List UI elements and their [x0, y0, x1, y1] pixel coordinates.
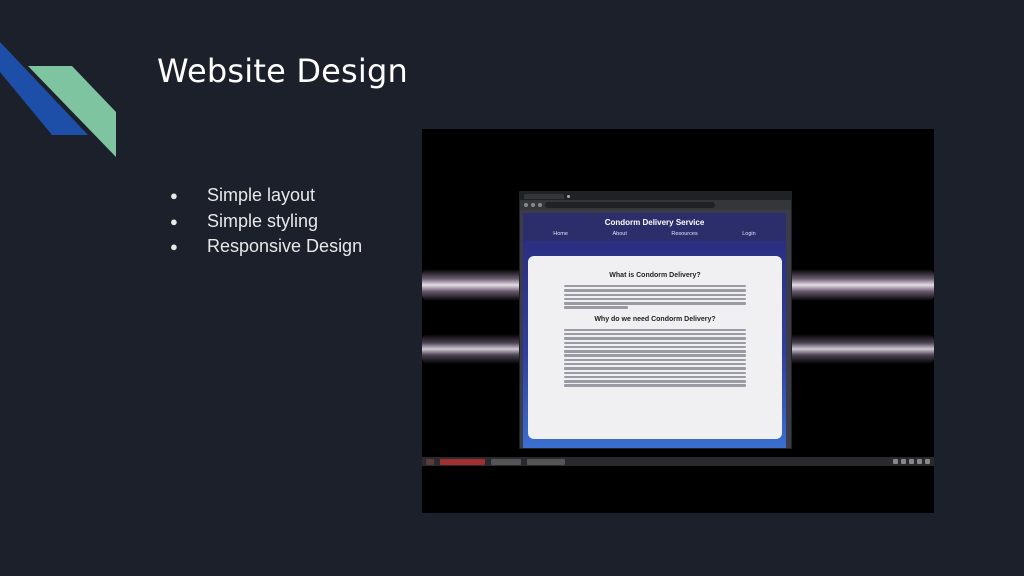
- bullet-text: Simple layout: [207, 185, 316, 206]
- browser-tab: [524, 193, 564, 199]
- bullet-marker: ●: [170, 239, 178, 255]
- bullet-marker: ●: [170, 188, 178, 204]
- bullet-text: Responsive Design: [207, 236, 363, 257]
- card-heading: Why do we need Condorm Delivery?: [594, 315, 716, 323]
- text-line: [564, 358, 746, 362]
- text-line: [564, 333, 746, 336]
- text-line: [564, 367, 746, 370]
- site-nav-about: About: [612, 231, 627, 237]
- new-tab-icon: [567, 194, 570, 198]
- text-line: [564, 363, 746, 366]
- text-line: [564, 350, 746, 353]
- text-line: [564, 293, 746, 296]
- text-line: [564, 297, 746, 301]
- video-taskbar: [422, 457, 934, 466]
- taskbar-item: [491, 458, 521, 465]
- text-line: [564, 384, 746, 387]
- slide-title: Website Design: [157, 52, 409, 90]
- bullet-list: ● Simple layout ● Simple styling ● Respo…: [170, 183, 362, 260]
- tray-icon: [909, 459, 914, 464]
- taskbar-item: [440, 458, 485, 465]
- forward-icon: [531, 203, 535, 207]
- taskbar-item: [527, 458, 565, 465]
- tray-icon: [917, 459, 922, 464]
- site-title: Condorm Delivery Service: [604, 218, 705, 227]
- address-bar: [545, 202, 715, 208]
- text-line: [564, 354, 746, 357]
- text-line: [564, 380, 746, 383]
- text-line: [564, 302, 746, 305]
- text-line: [564, 285, 746, 288]
- text-line: [564, 371, 746, 374]
- card-paragraph: [564, 328, 746, 387]
- tray-icon: [925, 459, 930, 464]
- site-nav-home: Home: [553, 231, 568, 237]
- text-line: [564, 306, 628, 309]
- taskbar-item: [426, 458, 434, 465]
- text-line: [564, 328, 746, 332]
- text-line: [564, 375, 746, 379]
- bullet-text: Simple styling: [207, 210, 319, 231]
- browser-tab-strip: [520, 192, 791, 200]
- bullet-item: ● Simple styling: [170, 209, 362, 235]
- tray-icon: [893, 459, 898, 464]
- card-paragraph: [564, 285, 746, 309]
- back-icon: [524, 203, 528, 207]
- browser-window: Condorm Delivery Service Home About Reso…: [519, 191, 792, 449]
- site-header: Condorm Delivery Service Home About Reso…: [523, 213, 786, 241]
- site-nav: Home About Resources Login: [523, 231, 786, 237]
- system-tray: [893, 459, 930, 464]
- text-line: [564, 341, 746, 345]
- browser-toolbar: [520, 200, 791, 210]
- bullet-marker: ●: [170, 213, 178, 229]
- corner-decoration: [0, 42, 116, 157]
- website-preview: Condorm Delivery Service Home About Reso…: [523, 213, 786, 448]
- card-heading: What is Condorm Delivery?: [609, 272, 701, 279]
- site-nav-resources: Resources: [671, 231, 698, 237]
- embedded-video[interactable]: Condorm Delivery Service Home About Reso…: [422, 129, 934, 513]
- content-card: What is Condorm Delivery? Why do we need…: [528, 256, 782, 439]
- text-line: [564, 337, 746, 340]
- bullet-item: ● Simple layout: [170, 183, 362, 209]
- text-line: [564, 345, 746, 349]
- bullet-item: ● Responsive Design: [170, 234, 362, 260]
- reload-icon: [538, 203, 542, 207]
- text-line: [564, 289, 746, 292]
- site-nav-login: Login: [742, 231, 756, 237]
- tray-icon: [901, 459, 906, 464]
